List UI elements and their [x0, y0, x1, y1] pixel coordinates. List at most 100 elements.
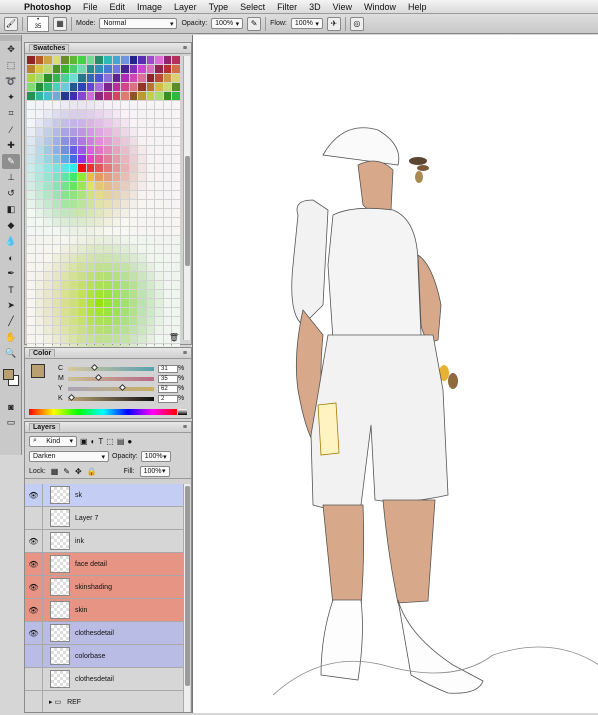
swatch[interactable]: [103, 65, 112, 73]
menu-type[interactable]: Type: [203, 0, 235, 14]
layer-row[interactable]: 👁 ink: [25, 530, 184, 553]
swatch[interactable]: [112, 56, 121, 64]
swatch[interactable]: [112, 119, 121, 127]
swatch[interactable]: [44, 110, 52, 118]
swatch[interactable]: [44, 263, 52, 271]
swatch[interactable]: [129, 272, 138, 280]
swatch[interactable]: [61, 101, 69, 109]
opacity-field[interactable]: 100% ▾: [211, 18, 244, 29]
swatch[interactable]: [155, 191, 163, 199]
swatch[interactable]: [112, 155, 121, 163]
swatch[interactable]: [44, 173, 52, 181]
swatch[interactable]: [95, 209, 103, 217]
swatch[interactable]: [112, 236, 121, 244]
swatch[interactable]: [155, 101, 163, 109]
lasso-tool-icon[interactable]: ➰: [2, 74, 20, 89]
swatch[interactable]: [61, 119, 69, 127]
swatch[interactable]: [138, 74, 146, 82]
move-tool-icon[interactable]: ✥: [2, 42, 20, 57]
swatch[interactable]: [52, 200, 61, 208]
layer-name[interactable]: ink: [75, 538, 84, 545]
swatch[interactable]: [172, 101, 180, 109]
swatch[interactable]: [138, 146, 146, 154]
swatch[interactable]: [27, 92, 35, 100]
swatch[interactable]: [163, 182, 172, 190]
swatch[interactable]: [163, 92, 172, 100]
swatch[interactable]: [35, 74, 44, 82]
swatch[interactable]: [112, 182, 121, 190]
swatch[interactable]: [103, 164, 112, 172]
lock-position-icon[interactable]: ✥: [75, 467, 82, 476]
swatch[interactable]: [129, 218, 138, 226]
panel-menu-icon[interactable]: ≡: [183, 424, 187, 431]
foreground-color[interactable]: [3, 369, 14, 380]
swatch[interactable]: [52, 299, 61, 307]
layer-name[interactable]: clothesdetail: [75, 630, 114, 637]
swatch[interactable]: [129, 308, 138, 316]
swatch[interactable]: [44, 65, 52, 73]
swatch[interactable]: [172, 191, 180, 199]
swatch[interactable]: [95, 218, 103, 226]
menu-layer[interactable]: Layer: [168, 0, 203, 14]
swatch[interactable]: [146, 83, 155, 91]
swatch[interactable]: [95, 182, 103, 190]
layer-thumbnail[interactable]: [50, 486, 70, 504]
swatch[interactable]: [129, 227, 138, 235]
swatch[interactable]: [103, 74, 112, 82]
swatch[interactable]: [121, 137, 129, 145]
swatch[interactable]: [69, 137, 78, 145]
swatch[interactable]: [95, 281, 103, 289]
swatch[interactable]: [103, 128, 112, 136]
swatch[interactable]: [95, 254, 103, 262]
swatch[interactable]: [78, 227, 86, 235]
swatch[interactable]: [44, 281, 52, 289]
swatch[interactable]: [61, 182, 69, 190]
swatch[interactable]: [121, 110, 129, 118]
dodge-tool-icon[interactable]: ◐: [2, 250, 20, 265]
swatch[interactable]: [163, 137, 172, 145]
swatch[interactable]: [44, 164, 52, 172]
swatch[interactable]: [121, 335, 129, 343]
swatch[interactable]: [61, 110, 69, 118]
menu-edit[interactable]: Edit: [104, 0, 132, 14]
swatch[interactable]: [163, 155, 172, 163]
layer-thumbnail[interactable]: [50, 670, 70, 688]
swatch[interactable]: [146, 200, 155, 208]
layer-name[interactable]: Layer 7: [75, 515, 98, 522]
swatch[interactable]: [27, 290, 35, 298]
swatch[interactable]: [129, 173, 138, 181]
swatch[interactable]: [163, 308, 172, 316]
swatch[interactable]: [155, 299, 163, 307]
swatch[interactable]: [146, 317, 155, 325]
layer-name[interactable]: colorbase: [75, 653, 105, 660]
swatch[interactable]: [95, 272, 103, 280]
swatch[interactable]: [52, 110, 61, 118]
swatch[interactable]: [52, 191, 61, 199]
swatch[interactable]: [61, 83, 69, 91]
swatch[interactable]: [163, 236, 172, 244]
swatch[interactable]: [172, 173, 180, 181]
swatch[interactable]: [172, 209, 180, 217]
swatch[interactable]: [138, 317, 146, 325]
swatch[interactable]: [27, 56, 35, 64]
swatch[interactable]: [163, 200, 172, 208]
swatch[interactable]: [44, 335, 52, 343]
swatch[interactable]: [129, 128, 138, 136]
swatch[interactable]: [78, 317, 86, 325]
swatch[interactable]: [27, 146, 35, 154]
swatch[interactable]: [52, 83, 61, 91]
swatch[interactable]: [69, 281, 78, 289]
swatch[interactable]: [172, 74, 180, 82]
swatch[interactable]: [112, 227, 121, 235]
swatch[interactable]: [121, 200, 129, 208]
swatch[interactable]: [112, 245, 121, 253]
layer-row[interactable]: 👁 skinshading: [25, 576, 184, 599]
swatch[interactable]: [103, 308, 112, 316]
swatch[interactable]: [86, 65, 95, 73]
swatch[interactable]: [27, 272, 35, 280]
layer-thumbnail[interactable]: [50, 555, 70, 573]
swatch[interactable]: [163, 299, 172, 307]
swatch[interactable]: [27, 83, 35, 91]
swatch[interactable]: [44, 272, 52, 280]
swatch[interactable]: [172, 236, 180, 244]
